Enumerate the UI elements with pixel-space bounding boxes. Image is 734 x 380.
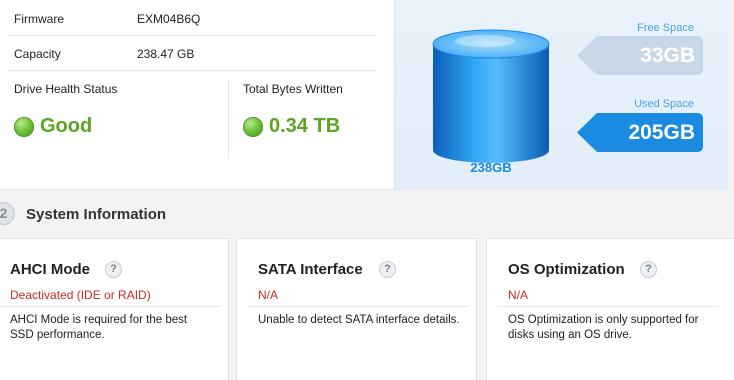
tbw-label: Total Bytes Written — [243, 82, 343, 96]
divider — [498, 306, 718, 307]
status-ok-icon — [243, 117, 263, 137]
card-title: SATA Interface — [258, 261, 363, 278]
capacity-value: 238.47 GB — [137, 47, 195, 61]
drive-health-value: Good — [40, 115, 93, 137]
capacity-label: Capacity — [14, 47, 61, 61]
drive-health-label: Drive Health Status — [14, 82, 118, 96]
used-space-label: Used Space — [634, 98, 694, 110]
firmware-value: EXM04B6Q — [137, 12, 201, 26]
card-description: OS Optimization is only supported for di… — [508, 314, 699, 341]
divider — [248, 306, 468, 307]
card-title: AHCI Mode — [10, 261, 90, 278]
divider — [228, 80, 229, 158]
total-bytes-written: Total Bytes Written 0.34 TB — [243, 82, 343, 137]
card-description: AHCI Mode is required for the best SSD p… — [10, 314, 188, 341]
free-space-label: Free Space — [637, 22, 694, 34]
section-title: System Information — [26, 206, 167, 223]
os-optimization-card: OS Optimization ? N/A OS Optimization is… — [486, 238, 734, 380]
help-icon[interactable]: ? — [640, 261, 657, 278]
tbw-value-wrap: 0.34 TB — [243, 115, 340, 138]
firmware-label: Firmware — [14, 12, 64, 26]
disk-cylinder-icon — [432, 29, 550, 163]
sata-interface-card: SATA Interface ? N/A Unable to detect SA… — [236, 238, 477, 380]
free-space-value: 33GB — [640, 44, 695, 67]
disk-space-panel: 238GB Free Space 33GB Used Space 205GB — [394, 0, 728, 190]
card-status: N/A — [508, 288, 529, 302]
system-information-header: 2 System Information — [0, 196, 734, 232]
help-icon[interactable]: ? — [105, 261, 122, 278]
free-space-indicator: 33GB — [577, 36, 703, 75]
total-capacity-label: 238GB — [470, 160, 512, 175]
tbw-value: 0.34 TB — [269, 115, 341, 137]
divider — [0, 306, 220, 307]
card-status: Deactivated (IDE or RAID) — [10, 288, 151, 302]
card-title: OS Optimization — [508, 261, 625, 278]
firmware-row: Firmware EXM04B6Q — [8, 1, 375, 36]
ahci-mode-card: AHCI Mode ? Deactivated (IDE or RAID) AH… — [0, 238, 229, 380]
help-icon[interactable]: ? — [379, 261, 396, 278]
drive-health-value-wrap: Good — [14, 115, 92, 138]
used-space-value: 205GB — [628, 121, 695, 144]
section-number-badge: 2 — [0, 202, 15, 225]
drive-health-status: Drive Health Status Good — [14, 82, 118, 137]
capacity-row: Capacity 238.47 GB — [8, 36, 375, 71]
card-status: N/A — [258, 288, 279, 302]
used-space-indicator: 205GB — [577, 113, 703, 152]
status-ok-icon — [14, 117, 34, 137]
card-description: Unable to detect SATA interface details. — [258, 314, 460, 326]
drive-info-panel: Firmware EXM04B6Q Capacity 238.47 GB Dri… — [0, 0, 394, 190]
